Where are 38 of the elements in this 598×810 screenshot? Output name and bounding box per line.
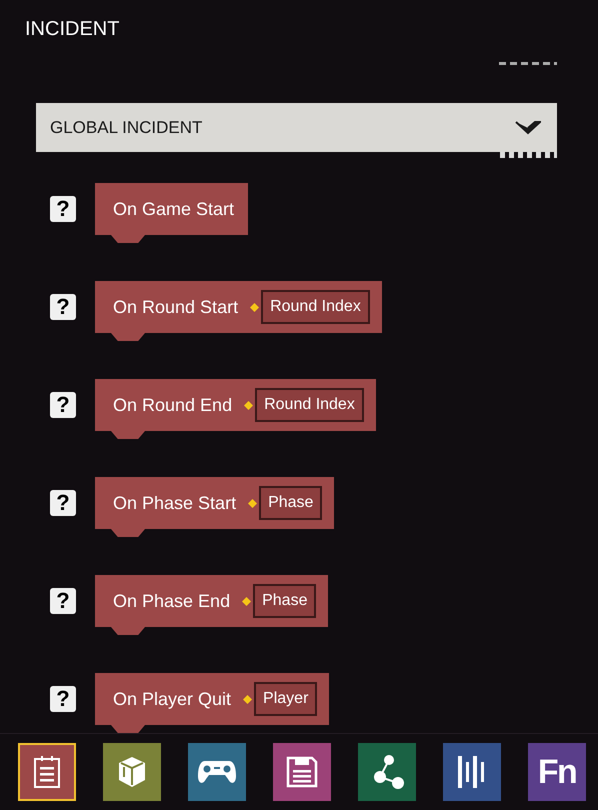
event-block[interactable]: On Phase End Phase — [95, 575, 328, 627]
parameter-slot[interactable]: Player — [254, 682, 318, 716]
event-block[interactable]: On Phase Start Phase — [95, 477, 334, 529]
box-icon — [117, 755, 147, 789]
parameter-slot[interactable]: Phase — [253, 584, 316, 618]
event-block[interactable]: On Round Start Round Index — [95, 281, 382, 333]
help-icon[interactable]: ? — [50, 392, 76, 418]
panel-title: INCIDENT — [25, 17, 120, 42]
toolbar-tile[interactable]: Fn — [528, 743, 586, 801]
help-icon[interactable]: ? — [50, 196, 76, 222]
event-block[interactable]: On Round End Round Index — [95, 379, 376, 431]
diamond-icon — [244, 400, 254, 410]
parameter-slot[interactable]: Round Index — [261, 290, 370, 324]
diamond-icon — [248, 498, 258, 508]
chevron-down-icon — [515, 120, 541, 134]
event-block[interactable]: On Player Quit Player — [95, 673, 330, 725]
function-label: Fn — [538, 755, 576, 789]
parameter-slot[interactable]: Round Index — [255, 388, 364, 422]
help-icon[interactable]: ? — [50, 588, 76, 614]
hatched-stripe-icon — [500, 152, 557, 158]
diamond-icon — [250, 302, 260, 312]
toolbar-tile[interactable] — [358, 743, 416, 801]
parameter-slot[interactable]: Phase — [259, 486, 322, 520]
event-block[interactable]: On Game Start — [95, 183, 248, 235]
help-icon[interactable]: ? — [50, 294, 76, 320]
dashed-line-icon — [499, 62, 557, 65]
toolbar-tile[interactable] — [443, 743, 501, 801]
incident-dropdown[interactable]: GLOBAL INCIDENT — [36, 103, 557, 152]
toolbar-tile[interactable] — [18, 743, 76, 801]
toolbar-tile[interactable] — [273, 743, 331, 801]
help-icon[interactable]: ? — [50, 686, 76, 712]
toolbar-tile[interactable] — [103, 743, 161, 801]
diamond-icon — [242, 596, 252, 606]
help-icon[interactable]: ? — [50, 490, 76, 516]
diamond-icon — [243, 694, 252, 704]
clipboard-icon — [32, 755, 62, 789]
gamepad-icon — [197, 758, 237, 786]
toolbar-tile[interactable] — [188, 743, 246, 801]
